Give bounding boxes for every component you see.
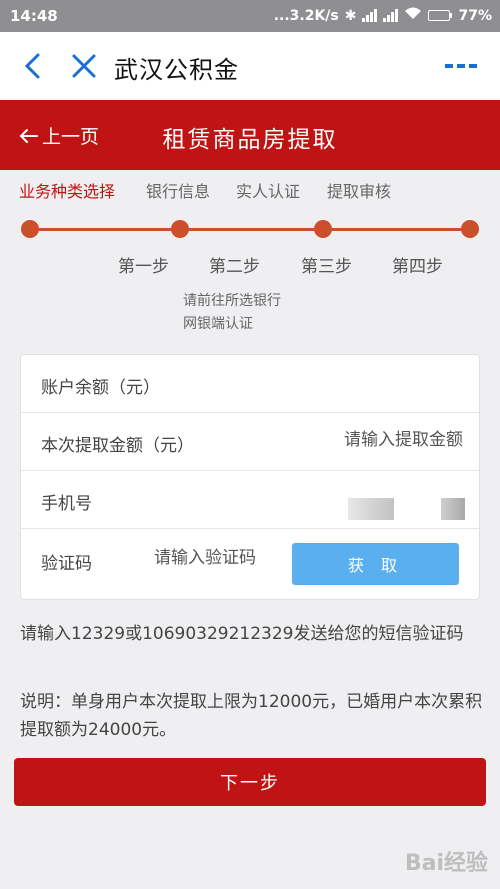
amount-label: 本次提取金额（元） [41, 436, 194, 456]
app-bar: 武汉公积金 [0, 32, 500, 100]
bank-note-line: 请前往所选银行 [183, 293, 281, 309]
balance-row: 账户余额（元） [21, 355, 479, 413]
next-step-button[interactable]: 下一步 [14, 758, 486, 806]
step-label-3: 第三步 [301, 257, 352, 277]
balance-label: 账户余额（元） [41, 378, 160, 398]
phone-number-redacted [441, 498, 465, 520]
app-title: 武汉公积金 [114, 56, 239, 84]
amount-row: 本次提取金额（元） [21, 413, 479, 471]
wifi-icon [404, 7, 422, 24]
get-code-button[interactable]: 获 取 [292, 543, 459, 585]
bank-note: 请前往所选银行 网银端认证 [183, 290, 281, 336]
step-dot [314, 220, 332, 238]
status-time: 14:48 [10, 7, 58, 25]
page-header: 上一页 租赁商品房提取 [0, 100, 500, 170]
tab-business-type[interactable]: 业务种类选择 [19, 178, 115, 202]
code-input[interactable] [154, 548, 284, 568]
signal-icon [362, 9, 378, 22]
sms-hint: 请输入12329或10690329212329发送给您的短信验证码 [20, 624, 464, 644]
step-dot [461, 220, 479, 238]
battery-percent: 77% [458, 7, 492, 24]
bank-note-line: 网银端认证 [183, 316, 253, 332]
tab-identity-verification[interactable]: 实人认证 [236, 178, 300, 202]
status-bar: 14:48 ...3.2K/s ✱ 77% [0, 0, 500, 32]
tab-withdrawal-review[interactable]: 提取审核 [327, 178, 391, 202]
process-tabs: 业务种类选择 银行信息 实人认证 提取审核 [0, 178, 500, 204]
step-label-4: 第四步 [392, 257, 443, 277]
step-dot [171, 220, 189, 238]
status-icons: ...3.2K/s ✱ 77% [274, 7, 492, 24]
code-row: 验证码 获 取 [21, 529, 479, 601]
bluetooth-icon: ✱ [344, 7, 357, 24]
close-icon[interactable] [68, 50, 100, 82]
tab-bank-info[interactable]: 银行信息 [146, 178, 210, 202]
page-title: 租赁商品房提取 [162, 127, 338, 153]
code-label: 验证码 [41, 554, 92, 574]
more-icon[interactable] [444, 58, 478, 74]
network-speed: ...3.2K/s [273, 7, 339, 24]
phone-number-redacted [348, 498, 394, 520]
amount-input[interactable] [321, 430, 463, 450]
phone-label: 手机号 [41, 494, 92, 514]
step-progress [0, 210, 500, 246]
withdrawal-form: 账户余额（元） 本次提取金额（元） 手机号 验证码 获 取 [20, 354, 480, 600]
step-label-1: 第一步 [118, 257, 169, 277]
signal-icon-2 [383, 9, 399, 22]
limit-hint: 说明：单身用户本次提取上限为12000元，已婚用户本次累积提取额为24000元。 [20, 692, 483, 740]
step-line [30, 228, 470, 231]
step-dot [21, 220, 39, 238]
battery-icon [428, 10, 453, 21]
phone-row: 手机号 [21, 471, 479, 529]
back-chevron-icon[interactable] [18, 50, 48, 82]
baidu-watermark: Bai经验 [404, 851, 488, 876]
step-label-2: 第二步 [209, 257, 260, 277]
